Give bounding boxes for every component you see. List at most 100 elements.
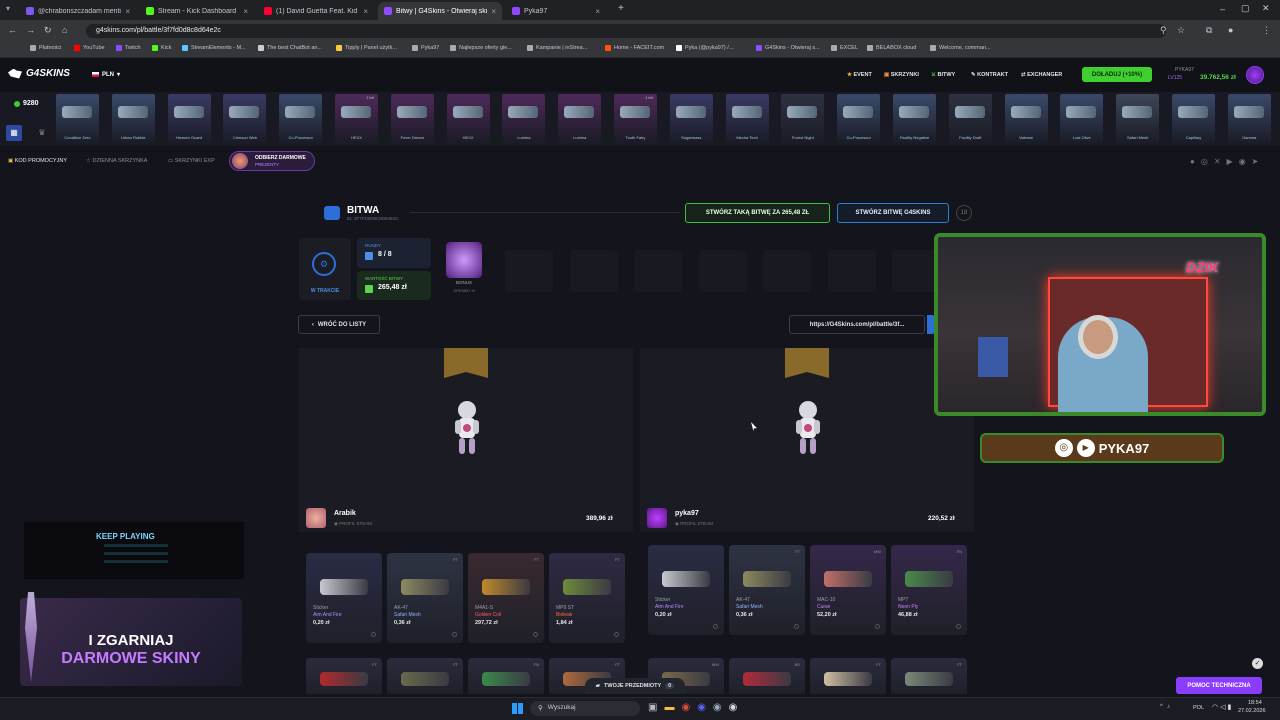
steam-profile-link[interactable]: ◉ PROFIL STEAM xyxy=(334,521,372,527)
won-item-card[interactable]: FT M4A1-S Golden Coil 297,72 zł xyxy=(468,553,544,643)
drop-item[interactable]: HEXX xyxy=(446,94,490,144)
won-item-card[interactable]: FT AK-47 Safari Mesh 0,36 zł xyxy=(729,545,805,635)
tab-close-icon[interactable]: × xyxy=(243,7,248,16)
drop-item[interactable]: 2 left HEXX xyxy=(335,94,378,144)
info-icon[interactable] xyxy=(533,632,538,637)
daily-case-link[interactable]: ☆ DZIENNA SKRZYNKA xyxy=(86,158,147,164)
chrome-icon[interactable]: ◉ xyxy=(681,702,697,713)
drop-item[interactable]: Gamma xyxy=(1227,94,1271,144)
info-icon[interactable] xyxy=(452,632,457,637)
menu-dots-icon[interactable]: ⋮ xyxy=(1262,25,1271,36)
nav-event[interactable]: ★ EVENT xyxy=(847,72,872,78)
won-item-card[interactable]: FT xyxy=(810,658,886,694)
drop-item[interactable]: Capillary xyxy=(1172,94,1215,144)
won-item-card[interactable]: Sticker Aim And Fire 0,20 zł xyxy=(648,545,724,635)
won-item-card[interactable]: FT xyxy=(306,658,382,694)
bookmark-item[interactable]: Kampanie | inStrea... xyxy=(527,45,587,51)
profile-icon[interactable]: ● xyxy=(1228,25,1233,35)
bookmark-item[interactable]: G4Skins - Otwieraj s... xyxy=(756,45,820,51)
info-icon[interactable] xyxy=(956,624,961,629)
bookmark-item[interactable]: Płatności xyxy=(30,45,61,51)
nav-kontrakt[interactable]: ✎ KONTRAKT xyxy=(971,72,1008,78)
obs-icon[interactable]: ◉ xyxy=(729,702,745,713)
logo[interactable]: G4SKINS xyxy=(8,68,70,79)
discord-icon[interactable]: ◉ xyxy=(1239,157,1252,166)
window-close-button[interactable]: ✕ xyxy=(1262,3,1270,14)
user-name[interactable]: PYKA97 xyxy=(1175,67,1194,73)
won-item-card[interactable]: FN xyxy=(468,658,544,694)
create-battle-button[interactable]: STWÓRZ BITWĘ G4SKINS xyxy=(837,203,949,223)
bookmark-item[interactable]: YouTube xyxy=(74,45,105,51)
bookmark-star-icon[interactable]: ☆ xyxy=(1177,25,1185,36)
drop-item[interactable]: Safari Mesh xyxy=(1116,94,1160,144)
nav-bitwy[interactable]: ⚔ BITWY xyxy=(931,72,955,78)
steam-profile-link[interactable]: ◉ PROFIL STEAM xyxy=(675,521,713,527)
extensions-icon[interactable]: ⧉ xyxy=(1206,25,1212,36)
youtube-icon[interactable]: ▶ xyxy=(1227,157,1239,166)
home-icon[interactable]: ⌂ xyxy=(62,25,67,35)
drop-item[interactable]: Co-Processor xyxy=(279,94,323,144)
player-avatar[interactable] xyxy=(647,508,667,528)
drop-item[interactable]: Facility Negative xyxy=(893,94,936,144)
browser-tab[interactable]: @chrabonszczadam menti × xyxy=(20,2,136,20)
promo-code-link[interactable]: ▣ KOD PROMOCYJNY xyxy=(8,158,67,164)
reload-icon[interactable]: ↻ xyxy=(44,25,52,36)
player-avatar[interactable] xyxy=(306,508,326,528)
info-icon[interactable] xyxy=(875,624,880,629)
x-icon[interactable]: ✕ xyxy=(1214,157,1227,166)
tech-support-button[interactable]: POMOC TECHNICZNA xyxy=(1176,677,1262,694)
drop-item[interactable]: Condition Zero xyxy=(56,94,99,144)
window-minimize-button[interactable]: – xyxy=(1220,4,1225,14)
language-indicator[interactable]: POL xyxy=(1193,705,1204,711)
player-name[interactable]: pyka97 xyxy=(675,510,699,517)
bookmark-item[interactable]: Pyka (@pyka97) /... xyxy=(676,45,733,51)
browser-tab[interactable]: Pyka97 × xyxy=(506,2,606,20)
info-icon[interactable] xyxy=(794,624,799,629)
tray-status-icons[interactable]: ◠◁▮ xyxy=(1212,703,1233,711)
tab-close-icon[interactable]: × xyxy=(363,7,368,16)
tab-close-icon[interactable]: × xyxy=(125,7,130,16)
drop-item[interactable]: Forest Night xyxy=(781,94,825,144)
bookmark-item[interactable]: Welcome, comman... xyxy=(930,45,991,51)
exp-case-link[interactable]: ▭ SKRZYNKI EXP xyxy=(168,158,215,164)
instagram-icon[interactable]: ◎ xyxy=(1201,157,1214,166)
drop-item[interactable]: Valence xyxy=(1004,94,1048,144)
tab-close-icon[interactable]: × xyxy=(491,7,496,16)
your-items-button[interactable]: ▰ TWOJE PRZEDMIOTY 0 xyxy=(585,678,685,694)
new-tab-button[interactable]: + xyxy=(618,3,624,14)
drop-item[interactable]: Mecha Tech xyxy=(725,94,769,144)
drop-item[interactable]: Facility Draft xyxy=(948,94,992,144)
url-input[interactable]: g4skins.com/pl/battle/3f7fd0d8c8d64e2c xyxy=(86,24,1166,38)
won-item-card[interactable]: MW MAC-10 Curse 52,20 zł xyxy=(810,545,886,635)
start-icon[interactable] xyxy=(512,703,523,714)
window-maximize-button[interactable]: ▢ xyxy=(1241,3,1250,14)
bonus-case[interactable]: BONUS OPENED % xyxy=(440,238,488,298)
back-arrow-icon[interactable]: ← xyxy=(8,25,17,35)
won-item-card[interactable]: FT xyxy=(387,658,463,694)
browser-tab[interactable]: (1) David Guetta Feat. Kid C × xyxy=(258,2,374,20)
bookmark-item[interactable]: Tipply | Panel użytk... xyxy=(336,45,397,51)
back-to-list-button[interactable]: ‹ WRÓĆ DO LISTY xyxy=(298,315,380,334)
settings-toggle-icon[interactable]: ✓ xyxy=(1252,658,1263,669)
info-icon[interactable] xyxy=(713,624,718,629)
won-item-card[interactable]: BS xyxy=(729,658,805,694)
drop-item[interactable]: Lumina xyxy=(558,94,602,144)
won-item-card[interactable]: FT xyxy=(891,658,967,694)
balance[interactable]: 39.762,56 zł xyxy=(1200,74,1236,81)
zoom-icon[interactable]: ⚲ xyxy=(1160,25,1167,36)
forward-arrow-icon[interactable]: → xyxy=(26,25,35,35)
facebook-icon[interactable]: ● xyxy=(1190,157,1201,166)
nav-skrzynki[interactable]: ▣ SKRZYNKI xyxy=(884,72,919,78)
share-link-field[interactable]: https://G4Skins.com/pl/battle/3f... xyxy=(789,315,925,334)
bookmark-item[interactable]: Twitch xyxy=(116,45,141,51)
bookmark-item[interactable]: The best ChatBot an... xyxy=(258,45,322,51)
clock-date[interactable]: 27.02.2026 xyxy=(1238,708,1266,714)
discord-icon[interactable]: ◉ xyxy=(697,702,713,713)
browser-tab[interactable]: Stream - Kick Dashboard × xyxy=(140,2,254,20)
won-item-card[interactable]: FN MP7 Neon Ply 46,88 zł xyxy=(891,545,967,635)
deposit-button[interactable]: DOŁADUJ (+10%) xyxy=(1082,67,1152,82)
create-same-battle-button[interactable]: STWÓRZ TAKĄ BITWĘ ZA 265,48 ZŁ xyxy=(685,203,830,223)
currency-select[interactable]: PLN ▾ xyxy=(92,71,120,78)
drop-item[interactable]: Lost Olive xyxy=(1060,94,1104,144)
drop-item[interactable]: Urban Rubble xyxy=(111,94,155,144)
